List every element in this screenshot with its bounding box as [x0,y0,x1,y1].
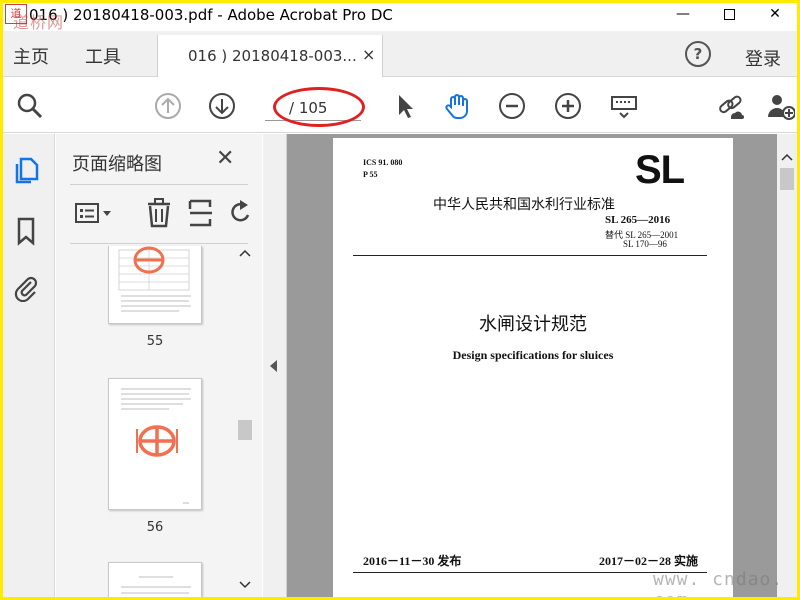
watermark-top: 道桥网 [13,13,65,32]
pdf-page: ICS 91. 080 P 55 SL 中华人民共和国水利行业标准 SL 265… [333,138,733,597]
p-code: P 55 [363,170,378,179]
nav-home[interactable]: 主页 [13,43,49,69]
thumbnails-panel: 页面缩略图 ✕ 55 56 [56,134,262,597]
issue-date: 2016－11－30 发布 [363,554,462,568]
thumbnails-scrollbar[interactable] [236,246,254,596]
close-window-button[interactable]: ✕ [752,3,797,27]
attachment-icon[interactable] [11,272,41,302]
collapse-arrow-icon [270,360,277,372]
main-toolbar: / 105 [3,79,797,133]
document-scroll-thumb[interactable] [780,168,794,190]
tab-document-label: 016 ) 20180418-003... [188,47,357,65]
thumbnail-options-icon[interactable] [74,199,118,229]
thumbnail-label: 55 [146,334,164,349]
header-rule [353,255,707,256]
thumbnails-close-button[interactable]: ✕ [216,146,234,171]
help-icon[interactable]: ? [685,41,711,67]
document-scrollbar[interactable] [777,134,797,597]
annotation-circle [273,87,365,127]
zoom-out-icon[interactable] [497,91,527,121]
bookmark-icon[interactable] [11,216,41,246]
ics-code: ICS 91. 080 [363,158,403,167]
tab-close-button[interactable]: × [362,45,375,64]
thumbnail-page-preview [121,576,191,594]
page-thumbnails-icon[interactable] [11,156,41,186]
select-cursor-icon[interactable] [389,91,419,121]
share-link-icon[interactable] [715,91,745,121]
delete-page-icon[interactable] [144,197,174,229]
app-window: 道 016 ) 20180418-003.pdf - Adobe Acrobat… [3,3,797,597]
watermark-bottom: www. cndao. com [653,569,784,597]
maximize-icon [723,8,735,20]
tab-document[interactable]: 016 ) 20180418-003... × [157,35,383,77]
thumbnail-page[interactable] [108,246,202,324]
prev-page-icon[interactable] [153,91,183,121]
maximize-button[interactable] [706,3,752,27]
rotate-page-icon[interactable] [226,197,252,229]
thumbnails-toolbar [70,184,250,244]
title-bar: 道 016 ) 20180418-003.pdf - Adobe Acrobat… [3,3,797,32]
document-view: ICS 91. 080 P 55 SL 中华人民共和国水利行业标准 SL 265… [263,134,797,597]
extract-page-icon[interactable] [186,197,216,229]
replaces-line-2: SL 170—96 [623,239,667,249]
next-page-icon[interactable] [207,91,237,121]
effective-date: 2017－02－28 实施 [599,554,699,568]
navigation-rail [3,134,55,597]
panel-collapse-toggle[interactable] [263,134,287,597]
zoom-in-icon[interactable] [553,91,583,121]
thumbnail-page[interactable] [108,562,202,597]
document-title-en: Design specifications for sluices [452,348,614,362]
window-title: 016 ) 20180418-003.pdf - Adobe Acrobat P… [29,6,393,24]
sl-logo: SL [635,148,685,192]
thumbnail-page-preview [121,388,191,504]
document-title-cn: 水闸设计规范 [479,314,587,335]
minimize-button[interactable]: — [660,3,706,27]
hand-tool-icon[interactable] [443,91,473,121]
tab-bar: 主页 工具 016 ) 20180418-003... × ? 登录 [3,31,797,77]
standard-code: SL 265—2016 [605,214,671,226]
thumbnail-label: 56 [146,520,164,535]
thumbnails-panel-title: 页面缩略图 [72,154,162,175]
industry-standard-heading: 中华人民共和国水利行业标准 [433,197,615,213]
nav-tools[interactable]: 工具 [85,43,121,69]
add-user-icon[interactable] [765,91,795,121]
thumbnail-page-preview [118,246,191,312]
login-button[interactable]: 登录 [745,45,781,71]
keyboard-icon[interactable] [609,91,639,121]
thumbnail-page[interactable] [108,378,202,510]
scroll-up-icon[interactable] [780,152,794,162]
zoom-icon[interactable] [15,91,45,121]
